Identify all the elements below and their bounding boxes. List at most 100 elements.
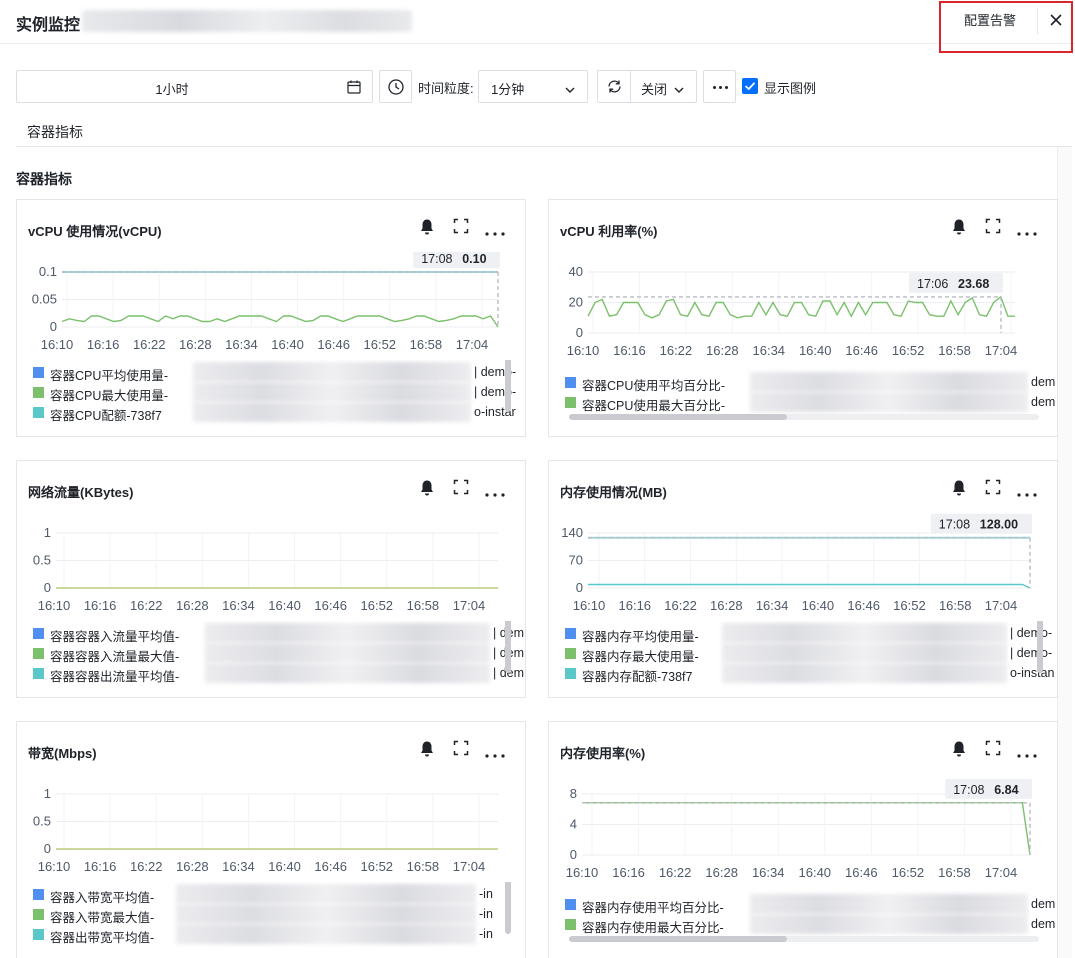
x-tick-label: 16:22	[660, 343, 693, 358]
x-tick-label: 16:52	[892, 865, 925, 880]
legend-redacted	[193, 402, 471, 422]
show-legend-label[interactable]: 显示图例	[764, 78, 816, 97]
legend-item[interactable]: 容器CPU使用平均百分比-dem	[565, 372, 1056, 393]
auto-refresh-select[interactable]: 关闭	[641, 79, 667, 98]
refresh-button[interactable]	[598, 71, 631, 102]
legend-item[interactable]: 容器容器入流量最大值- | dem	[33, 643, 525, 664]
legend-swatch	[33, 929, 44, 940]
chart-actions	[419, 479, 509, 499]
x-tick-label: 16:10	[38, 598, 71, 613]
legend-swatch	[33, 367, 44, 378]
legend-item[interactable]: 容器内存使用最大百分比-dem	[565, 914, 1056, 935]
legend-item[interactable]: 容器内存配额-738f7 o-instan	[565, 663, 1055, 684]
config-alert-button[interactable]: 配置告警	[955, 8, 1025, 34]
fullscreen-icon[interactable]	[453, 218, 469, 237]
scrollbar-thumb[interactable]	[569, 414, 787, 420]
legend-scrollbar[interactable]	[569, 936, 1039, 942]
legend-item[interactable]: 容器入带宽最大值- -in	[33, 904, 493, 925]
chart-actions	[951, 740, 1041, 760]
time-preset-button[interactable]	[379, 70, 412, 103]
fullscreen-icon[interactable]	[453, 479, 469, 498]
page-scrollbar[interactable]	[1057, 147, 1072, 958]
x-tick-label: 16:34	[222, 859, 255, 874]
clock-icon	[388, 79, 404, 95]
tooltip-value: 6.84	[994, 783, 1018, 797]
more-icon[interactable]	[1017, 224, 1037, 239]
bell-icon[interactable]	[951, 218, 967, 239]
legend-item[interactable]: 容器CPU使用最大百分比-dem	[565, 392, 1056, 413]
bell-icon[interactable]	[419, 479, 435, 500]
granularity-select[interactable]: 1分钟	[478, 70, 588, 103]
line-chart[interactable]: 0.1 0.05 0 16:10 16:16 16:22 16:28 16:34 16:40 16…	[17, 252, 525, 362]
legend-redacted	[176, 924, 476, 944]
x-tick-label: 16:52	[892, 343, 925, 358]
line-chart[interactable]: 8 4 0 16:10 16:16 16:22 16:28 16:34 16:40 16:46 16…	[549, 774, 1057, 884]
bell-icon[interactable]	[419, 740, 435, 761]
legend-redacted	[750, 392, 1028, 412]
line-chart[interactable]: 1 0.5 0 16:10 16:16 16:22 16:28 16:34 16:40 16:46…	[17, 774, 525, 884]
legend-suffix: dem	[1029, 917, 1056, 931]
x-tick-label: 16:28	[710, 598, 743, 613]
bell-icon[interactable]	[419, 218, 435, 239]
legend-item[interactable]: 容器出带宽平均值- -in	[33, 924, 493, 945]
bell-icon[interactable]	[951, 740, 967, 761]
chevron-down-icon	[674, 82, 684, 97]
refresh-icon	[608, 80, 621, 93]
fullscreen-icon[interactable]	[985, 740, 1001, 759]
bell-icon[interactable]	[951, 479, 967, 500]
y-tick-label: 8	[570, 786, 577, 801]
x-tick-label: 16:16	[87, 337, 120, 352]
fullscreen-icon[interactable]	[453, 740, 469, 759]
x-tick-label: 17:04	[453, 859, 486, 874]
x-tick-label: 16:22	[664, 598, 697, 613]
x-tick-label: 17:04	[456, 337, 489, 352]
legend-name: 容器CPU最大使用量-	[50, 389, 169, 403]
x-tick-label: 16:52	[364, 337, 397, 352]
more-icon[interactable]	[1017, 746, 1037, 761]
legend-scrollbar[interactable]	[569, 414, 1039, 420]
x-tick-label: 16:22	[130, 598, 163, 613]
legend-scrollbar[interactable]	[1037, 621, 1043, 673]
legend-item[interactable]: 容器容器出流量平均值- | dem	[33, 663, 525, 684]
close-icon[interactable]	[1045, 9, 1067, 31]
legend-scrollbar[interactable]	[505, 360, 511, 412]
legend-item[interactable]: 容器CPU平均使用量- | demo-	[33, 362, 517, 383]
legend-name: 容器容器入流量平均值-	[50, 630, 180, 644]
x-tick-label: 16:40	[799, 343, 832, 358]
x-tick-label: 16:34	[756, 598, 789, 613]
legend-name: 容器CPU使用最大百分比-	[582, 399, 726, 413]
series-line	[61, 315, 499, 328]
legend-redacted	[722, 623, 1007, 643]
line-chart[interactable]: 40 20 0 16:10 16:16 16:22 16:28 16:34 16:40 16:46…	[549, 252, 1057, 362]
more-icon[interactable]	[485, 485, 505, 500]
section-title: 容器指标	[16, 171, 72, 187]
more-icon[interactable]	[485, 224, 505, 239]
legend-item[interactable]: 容器容器入流量平均值- | dem	[33, 623, 525, 644]
legend-item[interactable]: 容器内存使用平均百分比-dem	[565, 894, 1056, 915]
fullscreen-icon[interactable]	[985, 479, 1001, 498]
x-tick-label: 16:52	[361, 859, 394, 874]
legend-item[interactable]: 容器CPU最大使用量- | demo-	[33, 382, 517, 403]
legend-swatch	[33, 668, 44, 679]
more-options-button[interactable]	[703, 70, 736, 103]
time-range-picker[interactable]: 1小时	[16, 70, 373, 103]
legend-item[interactable]: 容器入带宽平均值- -in	[33, 884, 493, 905]
line-chart[interactable]: 1 0.5 0 16:10 16:16 16:22 16:28 16:34 16:40 16:46…	[17, 513, 525, 623]
legend-name: 容器出带宽平均值-	[50, 931, 155, 945]
line-chart[interactable]: 140 70 0 16:10 16:16 16:22 16:28 16:34 16:40 16:4…	[549, 513, 1057, 623]
scrollbar-thumb[interactable]	[569, 936, 787, 942]
legend-item[interactable]: 容器CPU配额-738f7 o-instar	[33, 402, 516, 423]
show-legend-checkbox[interactable]	[742, 78, 758, 94]
more-icon[interactable]	[1017, 485, 1037, 500]
more-icon[interactable]	[485, 746, 505, 761]
legend-scrollbar[interactable]	[505, 882, 511, 934]
legend-scrollbar[interactable]	[505, 621, 511, 673]
tab-container-metrics[interactable]: 容器指标	[27, 122, 83, 142]
legend-name: 容器容器出流量平均值-	[50, 670, 180, 684]
fullscreen-icon[interactable]	[985, 218, 1001, 237]
more-dot	[719, 86, 722, 89]
x-tick-label: 16:58	[938, 865, 971, 880]
x-tick-label: 16:46	[317, 337, 350, 352]
legend-item[interactable]: 容器内存最大使用量- | demo-	[565, 643, 1053, 664]
legend-item[interactable]: 容器内存平均使用量- | demo-	[565, 623, 1053, 644]
